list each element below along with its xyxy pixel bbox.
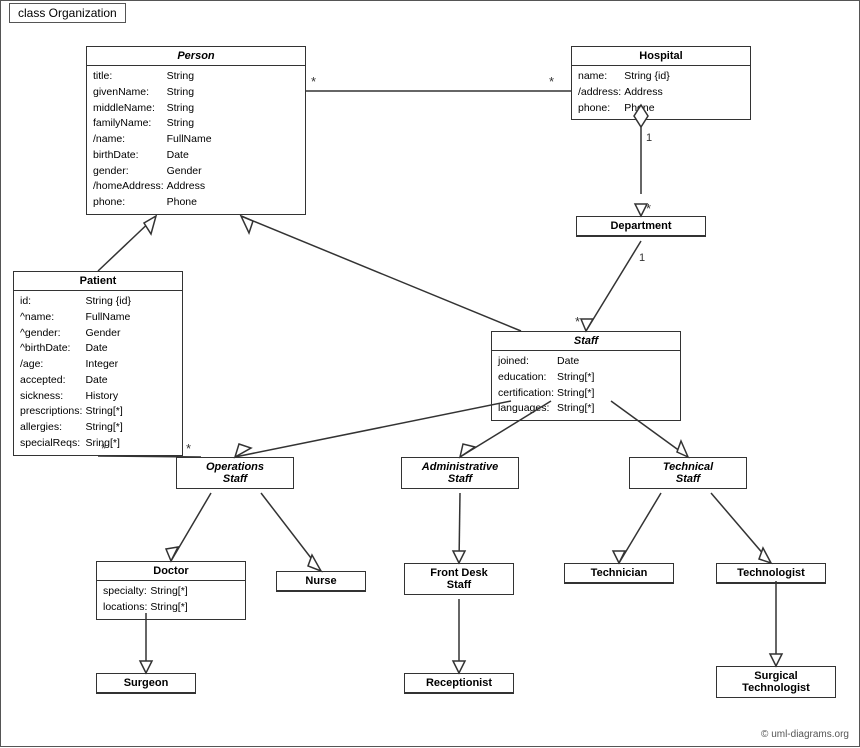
copyright: © uml-diagrams.org: [761, 729, 849, 740]
class-staff: Staff joined:Date education:String[*] ce…: [491, 331, 681, 421]
class-receptionist-header: Receptionist: [405, 674, 513, 693]
class-surgical-technologist: SurgicalTechnologist: [716, 666, 836, 698]
class-technician-header: Technician: [565, 564, 673, 583]
class-hospital-body: name:String {id} /address:Address phone:…: [572, 66, 750, 119]
class-hospital: Hospital name:String {id} /address:Addre…: [571, 46, 751, 120]
class-surgeon-header: Surgeon: [97, 674, 195, 693]
class-surgeon: Surgeon: [96, 673, 196, 694]
class-technologist: Technologist: [716, 563, 826, 584]
class-administrative-staff-header: AdministrativeStaff: [402, 458, 518, 488]
class-operations-staff-header: OperationsStaff: [177, 458, 293, 488]
class-patient-header: Patient: [14, 272, 182, 291]
diagram-title: class Organization: [9, 3, 126, 23]
class-surgical-technologist-header: SurgicalTechnologist: [717, 667, 835, 697]
class-doctor-header: Doctor: [97, 562, 245, 581]
class-receptionist: Receptionist: [404, 673, 514, 694]
class-administrative-staff: AdministrativeStaff: [401, 457, 519, 489]
class-staff-header: Staff: [492, 332, 680, 351]
class-staff-body: joined:Date education:String[*] certific…: [492, 351, 680, 420]
class-person-header: Person: [87, 47, 305, 66]
class-operations-staff: OperationsStaff: [176, 457, 294, 489]
class-patient: Patient id:String {id} ^name:FullName ^g…: [13, 271, 183, 456]
class-person-body: title:String givenName:String middleName…: [87, 66, 305, 214]
class-hospital-header: Hospital: [572, 47, 750, 66]
class-nurse-header: Nurse: [277, 572, 365, 591]
svg-text:*: *: [311, 74, 316, 89]
class-doctor-body: specialty:String[*] locations:String[*]: [97, 581, 245, 619]
svg-text:*: *: [549, 74, 554, 89]
class-person: Person title:String givenName:String mid…: [86, 46, 306, 215]
svg-text:*: *: [646, 201, 651, 216]
class-technical-staff-header: TechnicalStaff: [630, 458, 746, 488]
class-front-desk-staff-header: Front DeskStaff: [405, 564, 513, 594]
class-technical-staff: TechnicalStaff: [629, 457, 747, 489]
class-department: Department: [576, 216, 706, 237]
class-front-desk-staff: Front DeskStaff: [404, 563, 514, 595]
svg-text:*: *: [186, 441, 191, 456]
class-department-header: Department: [577, 217, 705, 236]
class-doctor: Doctor specialty:String[*] locations:Str…: [96, 561, 246, 620]
class-technologist-header: Technologist: [717, 564, 825, 583]
svg-text:*: *: [575, 314, 580, 329]
svg-text:1: 1: [646, 132, 652, 144]
class-nurse: Nurse: [276, 571, 366, 592]
diagram-container: class Organization Person title:String g…: [0, 0, 860, 747]
class-patient-body: id:String {id} ^name:FullName ^gender:Ge…: [14, 291, 182, 455]
svg-text:1: 1: [639, 252, 645, 264]
class-technician: Technician: [564, 563, 674, 584]
